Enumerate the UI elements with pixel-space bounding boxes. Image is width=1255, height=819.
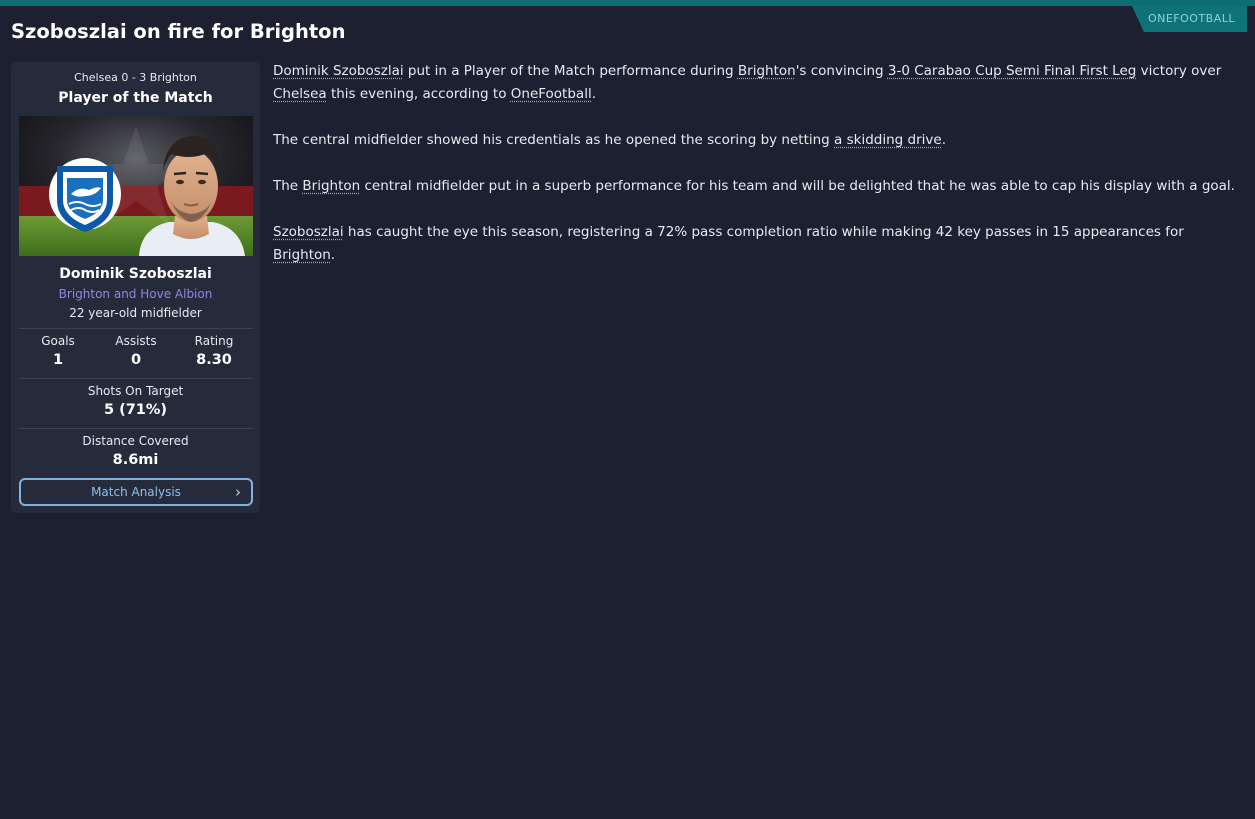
player-photo: [19, 116, 253, 256]
stat-distance-covered: Distance Covered 8.6mi: [11, 433, 260, 471]
article-text: .: [330, 247, 336, 263]
divider: [19, 378, 253, 379]
divider: [19, 428, 253, 429]
player-link[interactable]: Dominik Szoboszlai: [273, 63, 404, 79]
player-of-match-card: Chelsea 0 - 3 Brighton Player of the Mat…: [11, 62, 260, 513]
article-paragraph: Dominik Szoboszlai put in a Player of th…: [273, 60, 1243, 106]
article-text: central midfielder put in a superb perfo…: [360, 178, 1235, 194]
club-link[interactable]: Brighton: [738, 63, 796, 79]
source-tag: ONEFOOTBALL: [1131, 6, 1247, 32]
stat-value: 5 (71%): [103, 402, 168, 418]
stat-label: Shots On Target: [87, 384, 184, 398]
chevron-right-icon: ›: [235, 483, 241, 501]
match-analysis-button[interactable]: Match Analysis ›: [19, 478, 253, 506]
stat-value: 1: [52, 352, 64, 368]
match-score[interactable]: Chelsea 0 - 3 Brighton: [11, 71, 260, 84]
article-text: The central midfielder showed his creden…: [273, 132, 835, 148]
article-paragraph: The central midfielder showed his creden…: [273, 129, 1243, 152]
stat-label: Goals: [41, 334, 75, 348]
stat-rating: Rating 8.30: [175, 333, 253, 371]
article-paragraph: Szoboszlai has caught the eye this seaso…: [273, 221, 1243, 267]
player-name[interactable]: Dominik Szoboszlai: [11, 266, 260, 282]
article-text: put in a Player of the Match performance…: [403, 63, 738, 79]
match-link[interactable]: 3-0 Carabao Cup Semi Final First Leg: [888, 63, 1136, 79]
club-link[interactable]: Chelsea: [273, 86, 327, 102]
player-club-link[interactable]: Brighton and Hove Albion: [11, 287, 260, 301]
match-analysis-label: Match Analysis: [91, 485, 181, 499]
player-description: 22 year-old midfielder: [69, 306, 202, 320]
club-link[interactable]: Brighton: [302, 178, 360, 194]
article-text: .: [591, 86, 596, 102]
stat-label: Rating: [194, 334, 234, 348]
article-paragraph: The Brighton central midfielder put in a…: [273, 175, 1243, 198]
divider: [19, 328, 253, 329]
stat-label: Assists: [115, 334, 157, 348]
stat-assists: Assists 0: [97, 333, 175, 371]
stat-label: Distance Covered: [82, 434, 189, 448]
article-text: has caught the eye this season, register…: [343, 224, 1184, 240]
stat-value: 0: [130, 352, 142, 368]
goal-link[interactable]: a skidding drive: [834, 132, 942, 148]
stat-shots-on-target: Shots On Target 5 (71%): [11, 383, 260, 421]
club-link[interactable]: Brighton: [273, 247, 331, 263]
article-text: The: [273, 178, 303, 194]
article-text: .: [941, 132, 946, 148]
top-accent-bar: [0, 0, 1255, 6]
player-link[interactable]: Szoboszlai: [273, 224, 344, 240]
stat-goals: Goals 1: [19, 333, 97, 371]
stat-value: 8.6mi: [112, 452, 159, 468]
article-text: 's convincing: [795, 63, 888, 79]
article-text: victory over: [1136, 63, 1222, 79]
player-photo-image: [19, 116, 253, 256]
source-link[interactable]: OneFootball: [511, 86, 592, 102]
article-headline: Szoboszlai on fire for Brighton: [11, 20, 346, 43]
card-title: Player of the Match: [58, 90, 213, 106]
article-body: Dominik Szoboszlai put in a Player of th…: [273, 60, 1243, 290]
article-text: this evening, according to: [326, 86, 511, 102]
stat-value: 8.30: [196, 352, 232, 368]
